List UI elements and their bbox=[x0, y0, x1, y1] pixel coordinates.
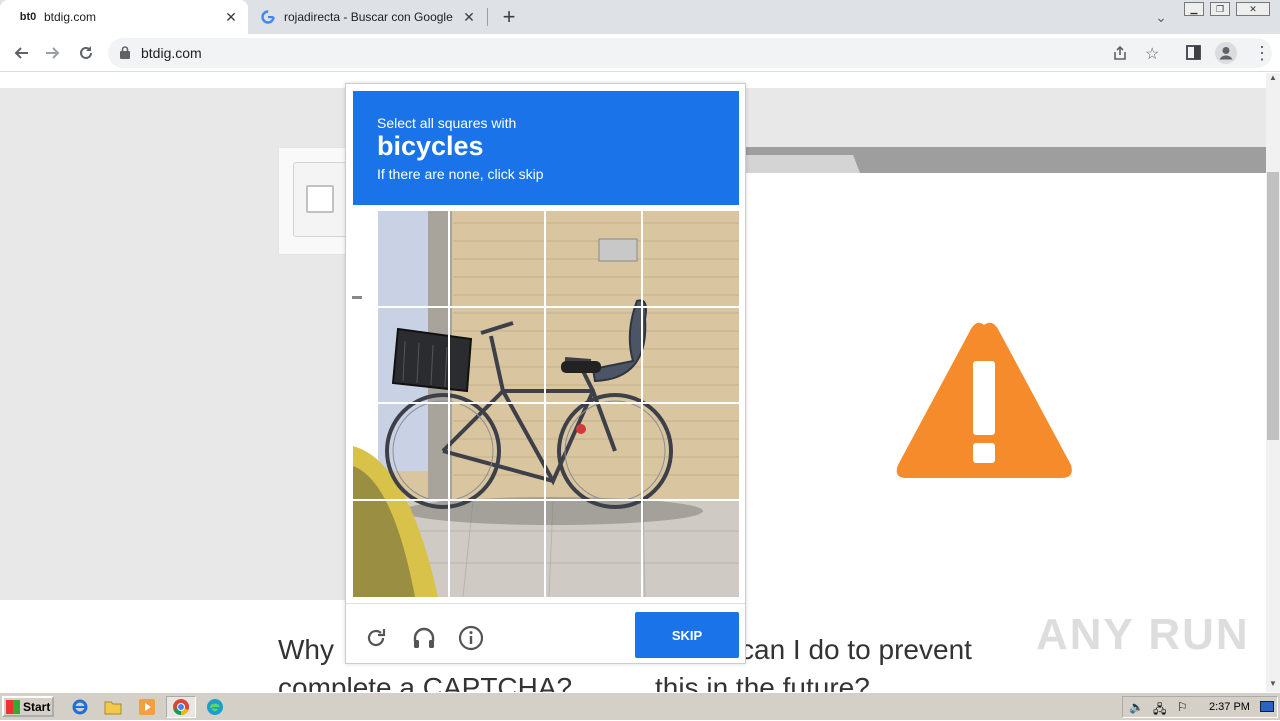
grid-line bbox=[544, 211, 546, 597]
tab-strip: bt0 btdig.com ✕ rojadirecta - Buscar con… bbox=[0, 0, 1280, 34]
captcha-challenge: Select all squares with bicycles If ther… bbox=[345, 83, 746, 664]
tab-title: btdig.com bbox=[44, 10, 97, 24]
warning-icon bbox=[896, 322, 1072, 478]
side-tick bbox=[352, 296, 362, 299]
chrome-taskbar-icon[interactable] bbox=[166, 696, 196, 718]
restore-button[interactable]: ❐ bbox=[1210, 2, 1230, 16]
menu-kebab-icon[interactable]: ⋮ bbox=[1253, 43, 1271, 64]
captcha-header: Select all squares with bicycles If ther… bbox=[353, 91, 739, 205]
grid-line bbox=[641, 211, 643, 597]
bookmark-star-icon[interactable]: ☆ bbox=[1145, 44, 1159, 64]
close-tab-icon[interactable]: ✕ bbox=[460, 8, 478, 26]
grid-line bbox=[353, 402, 739, 404]
start-label: Start bbox=[23, 699, 51, 714]
btdig-favicon: bt0 bbox=[19, 11, 37, 23]
start-button[interactable]: Start bbox=[2, 696, 54, 717]
tab-google[interactable]: rojadirecta - Buscar con Google ✕ bbox=[250, 0, 486, 34]
windows-logo-icon bbox=[6, 699, 20, 714]
grid-line bbox=[448, 211, 450, 597]
why-heading-line2: complete a CAPTCHA? bbox=[278, 672, 573, 692]
internet-explorer-icon[interactable] bbox=[70, 697, 90, 717]
close-tab-icon[interactable]: ✕ bbox=[222, 8, 240, 26]
profile-avatar-icon[interactable] bbox=[1215, 42, 1237, 69]
minimize-button[interactable]: ▁ bbox=[1184, 2, 1204, 16]
system-tray: 🔈 🖧 ⚐ 2:37 PM bbox=[1122, 696, 1278, 718]
captcha-instruction: Select all squares with bbox=[377, 115, 517, 131]
lock-icon[interactable] bbox=[120, 46, 130, 64]
address-bar[interactable]: btdig.com ☆ bbox=[108, 38, 1272, 68]
anyrun-watermark: ANY RUN bbox=[1036, 610, 1250, 659]
reload-button[interactable] bbox=[71, 38, 101, 68]
bicycle-photo bbox=[353, 211, 739, 597]
back-button[interactable] bbox=[6, 38, 36, 68]
share-icon[interactable] bbox=[1112, 45, 1128, 66]
side-panel-icon[interactable] bbox=[1186, 45, 1201, 65]
network-icon[interactable]: 🖧 bbox=[1153, 700, 1166, 721]
captcha-footer: SKIP bbox=[346, 603, 745, 663]
audio-challenge-icon[interactable] bbox=[409, 623, 439, 653]
url-text: btdig.com bbox=[141, 45, 202, 61]
tab-divider bbox=[487, 8, 488, 26]
recaptcha-checkbox[interactable] bbox=[306, 185, 334, 213]
window-close-button[interactable]: ✕ bbox=[1236, 2, 1270, 16]
new-tab-button[interactable]: + bbox=[494, 2, 524, 32]
forward-button[interactable] bbox=[38, 38, 68, 68]
google-favicon bbox=[260, 9, 276, 25]
prevent-heading-line2: this in the future? bbox=[655, 672, 870, 692]
desktop-icon[interactable] bbox=[1260, 701, 1274, 712]
edge-icon[interactable] bbox=[205, 697, 225, 717]
media-player-icon[interactable] bbox=[137, 697, 157, 717]
volume-icon[interactable]: 🔈 bbox=[1129, 700, 1144, 714]
info-icon[interactable] bbox=[456, 623, 486, 653]
tab-search-chevron-icon[interactable]: ⌄ bbox=[1146, 2, 1176, 32]
captcha-hint: If there are none, click skip bbox=[377, 166, 544, 182]
grid-line bbox=[353, 499, 739, 501]
tab-title: rojadirecta - Buscar con Google bbox=[284, 10, 453, 24]
captcha-target: bicycles bbox=[377, 131, 484, 161]
scroll-up-icon[interactable]: ▲ bbox=[1269, 73, 1277, 82]
grid-line bbox=[353, 306, 739, 308]
skip-button[interactable]: SKIP bbox=[635, 612, 739, 658]
scrollbar-thumb[interactable] bbox=[1267, 172, 1279, 440]
captcha-image-grid bbox=[353, 211, 739, 597]
why-heading: Why bbox=[278, 634, 334, 665]
flag-icon[interactable]: ⚐ bbox=[1177, 700, 1188, 714]
reload-challenge-icon[interactable] bbox=[361, 623, 391, 653]
tab-btdig[interactable]: bt0 btdig.com ✕ bbox=[0, 0, 248, 34]
header-tab bbox=[745, 155, 860, 173]
folder-icon[interactable] bbox=[103, 697, 123, 717]
clock: 2:37 PM bbox=[1209, 701, 1250, 713]
scroll-down-icon[interactable]: ▼ bbox=[1269, 679, 1277, 688]
windows-taskbar: Start 🔈 🖧 ⚐ 2:37 PM bbox=[0, 692, 1280, 720]
prevent-heading: can I do to prevent bbox=[740, 634, 972, 665]
